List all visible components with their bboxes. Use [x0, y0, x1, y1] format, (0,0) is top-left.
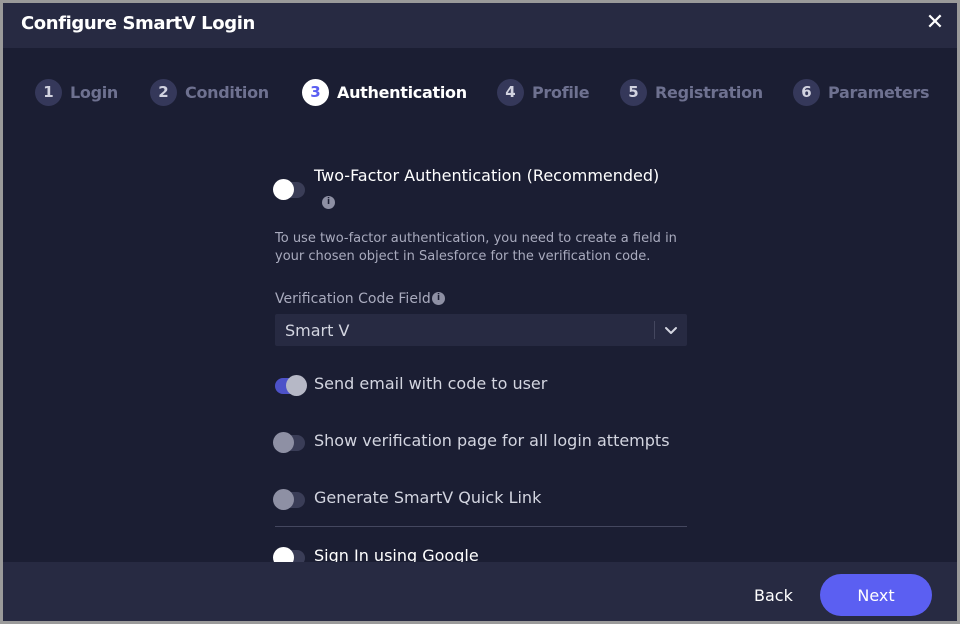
- step-label: Login: [70, 82, 119, 102]
- show-verification-page-label: Show verification page for all login att…: [314, 431, 670, 450]
- chevron-down-icon: [665, 327, 677, 334]
- step-label: Parameters: [828, 82, 930, 102]
- dialog-header: Configure SmartV Login ✕: [3, 3, 957, 48]
- toggle-knob: [286, 375, 307, 396]
- show-verification-page-toggle[interactable]: [273, 432, 305, 453]
- select-value: Smart V: [285, 321, 350, 340]
- step-condition[interactable]: 2 Condition: [150, 77, 269, 107]
- section-divider: [275, 526, 687, 527]
- generate-quick-link-label: Generate SmartV Quick Link: [314, 488, 542, 507]
- dialog-title: Configure SmartV Login: [21, 13, 255, 34]
- send-email-code-label: Send email with code to user: [314, 374, 548, 393]
- step-number: 6: [793, 78, 820, 106]
- step-number: 3: [302, 78, 329, 106]
- close-icon[interactable]: ✕: [923, 11, 947, 35]
- step-label: Authentication: [337, 82, 467, 102]
- info-icon[interactable]: i: [432, 292, 445, 305]
- step-number: 5: [620, 78, 647, 106]
- two-factor-description: To use two-factor authentication, you ne…: [275, 231, 677, 264]
- back-button[interactable]: Back: [754, 586, 793, 605]
- toggle-knob: [273, 179, 294, 200]
- step-authentication[interactable]: 3 Authentication: [302, 77, 467, 107]
- wizard-steps: 1 Login 2 Condition 3 Authentication 4 P…: [3, 77, 957, 107]
- step-registration[interactable]: 5 Registration: [620, 77, 763, 107]
- step-number: 2: [150, 78, 177, 106]
- step-label: Profile: [532, 82, 590, 102]
- step-profile[interactable]: 4 Profile: [497, 77, 590, 107]
- configure-smartv-login-dialog: Configure SmartV Login ✕ 1 Login 2 Condi…: [3, 3, 957, 621]
- toggle-knob: [273, 432, 294, 453]
- two-factor-label: Two-Factor Authentication (Recommended): [314, 166, 660, 185]
- step-label: Registration: [655, 82, 763, 102]
- next-button[interactable]: Next: [820, 574, 932, 616]
- toggle-knob: [273, 489, 294, 510]
- step-login[interactable]: 1 Login: [35, 77, 118, 107]
- two-factor-toggle[interactable]: [273, 179, 305, 200]
- field-label-text: Verification Code Field: [275, 291, 431, 307]
- verification-code-field-label: Verification Code Field: [275, 291, 431, 307]
- step-number: 4: [497, 78, 524, 106]
- info-icon[interactable]: i: [322, 196, 335, 209]
- step-parameters[interactable]: 6 Parameters: [793, 77, 930, 107]
- step-label: Condition: [185, 82, 269, 102]
- select-separator: [654, 321, 655, 339]
- send-email-code-toggle[interactable]: [275, 375, 307, 396]
- step-number: 1: [35, 78, 62, 106]
- generate-quick-link-toggle[interactable]: [273, 489, 305, 510]
- verification-code-field-select[interactable]: Smart V: [275, 314, 687, 346]
- dialog-footer: Back Next: [3, 562, 957, 621]
